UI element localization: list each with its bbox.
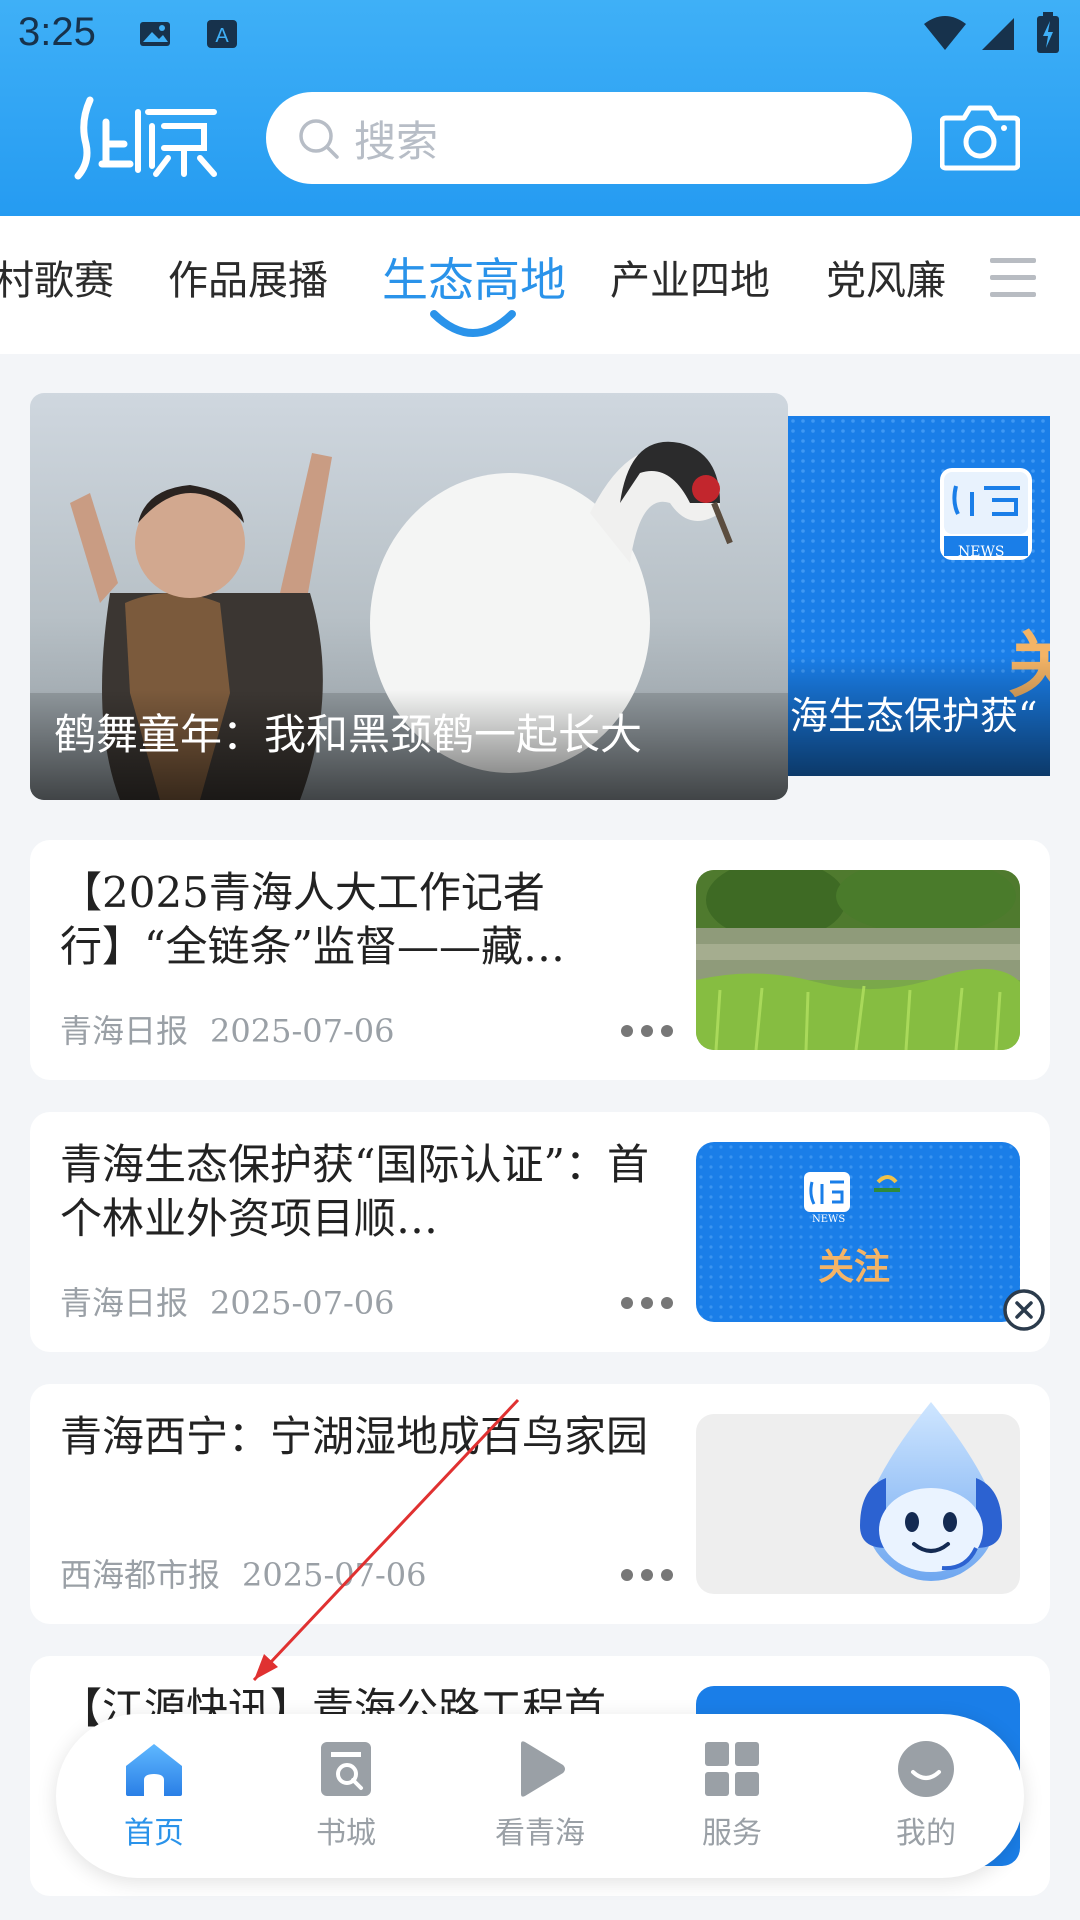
- book-search-icon: [321, 1742, 371, 1796]
- nav-label: 首页: [124, 1816, 184, 1851]
- tab-ecological-highland[interactable]: 生态高地: [382, 244, 566, 310]
- carousel-caption: 鹤舞童年：我和黑颈鹤一起长大: [54, 710, 643, 759]
- app-logo: [72, 92, 222, 182]
- play-icon: [521, 1741, 565, 1797]
- news-date: 2025-07-06: [242, 1556, 427, 1594]
- tab-four-industries[interactable]: 产业四地: [610, 248, 770, 306]
- news-title: 青海生态保护获“国际认证”：首个林业外资项目顺…: [60, 1140, 649, 1243]
- peek-caption: 海生态保护获“: [790, 694, 1038, 738]
- news-meta: 西海都市报 2025-07-06: [60, 1550, 427, 1596]
- more-options-icon[interactable]: [620, 1296, 674, 1310]
- close-icon[interactable]: [1002, 1288, 1046, 1332]
- status-time: 3:25: [18, 10, 96, 54]
- tab-party-integrity[interactable]: 党风廉: [826, 248, 946, 306]
- nav-label: 服务: [702, 1816, 762, 1851]
- text-notification-icon: A: [207, 20, 237, 48]
- news-thumbnail: NEWS 关注: [696, 1142, 1020, 1322]
- nav-label: 书城: [316, 1816, 376, 1851]
- news-meta: 青海日报 2025-07-06: [60, 1278, 395, 1324]
- search-placeholder: 搜索: [354, 116, 439, 166]
- news-source: 西海都市报: [60, 1556, 221, 1594]
- news-source: 青海日报: [60, 1284, 189, 1322]
- home-icon: [126, 1744, 182, 1796]
- smile-icon: [898, 1741, 954, 1797]
- status-bar: 3:25 A: [0, 0, 1080, 80]
- carousel-slide-main[interactable]: 鹤舞童年：我和黑颈鹤一起长大: [30, 393, 788, 800]
- app-header: 3:25 A 搜索: [0, 0, 1080, 216]
- wifi-icon: [924, 16, 966, 50]
- news-source: 青海日报: [60, 1012, 189, 1050]
- nav-home[interactable]: 首页: [94, 1740, 214, 1860]
- active-tab-indicator: [430, 310, 516, 337]
- tab-village-song-contest[interactable]: 村歌赛: [0, 248, 114, 306]
- news-title: 青海西宁：宁湖湿地成百鸟家园: [60, 1412, 649, 1461]
- nav-label: 我的: [896, 1816, 956, 1851]
- menu-icon[interactable]: [990, 256, 1036, 300]
- assistant-mascot-icon[interactable]: [846, 1398, 1016, 1588]
- thumb-attention-text: 关注: [818, 1246, 891, 1288]
- cellular-signal-icon: [982, 18, 1014, 50]
- news-thumbnail: [696, 870, 1020, 1050]
- tab-works-showcase[interactable]: 作品展播: [168, 248, 328, 306]
- search-icon: [299, 119, 339, 159]
- svg-text:A: A: [215, 25, 229, 47]
- news-item[interactable]: 青海生态保护获“国际认证”：首个林业外资项目顺… 青海日报 2025-07-06 …: [30, 1112, 1050, 1352]
- news-date: 2025-07-06: [210, 1284, 395, 1322]
- more-options-icon[interactable]: [620, 1024, 674, 1038]
- nav-watch-qinghai[interactable]: 看青海: [480, 1740, 600, 1860]
- carousel-slide-next[interactable]: NEWS 关 海生态保护获“: [788, 416, 1050, 776]
- news-date: 2025-07-06: [210, 1012, 395, 1050]
- battery-icon: [1037, 12, 1059, 53]
- thumb-news-badge: NEWS: [812, 1214, 846, 1225]
- grid-icon: [705, 1742, 759, 1796]
- nav-profile[interactable]: 我的: [866, 1740, 986, 1860]
- news-meta: 青海日报 2025-07-06: [60, 1006, 395, 1052]
- category-tabs: 村歌赛 作品展播 生态高地 产业四地 党风廉: [0, 216, 1080, 354]
- news-title: 【2025青海人大工作记者行】“全链条”监督——藏…: [60, 868, 565, 971]
- nav-label: 看青海: [495, 1816, 585, 1851]
- nav-bookstore[interactable]: 书城: [286, 1740, 406, 1860]
- image-notification-icon: [140, 22, 170, 46]
- search-input[interactable]: 搜索: [266, 92, 912, 184]
- news-item[interactable]: 【2025青海人大工作记者行】“全链条”监督——藏… 青海日报 2025-07-0…: [30, 840, 1050, 1080]
- bottom-navigation: 首页 书城 看青海 服务 我的: [56, 1714, 1024, 1878]
- peek-news-badge: NEWS: [958, 544, 1005, 560]
- nav-services[interactable]: 服务: [672, 1740, 792, 1860]
- camera-icon[interactable]: [940, 100, 1020, 172]
- more-options-icon[interactable]: [620, 1568, 674, 1582]
